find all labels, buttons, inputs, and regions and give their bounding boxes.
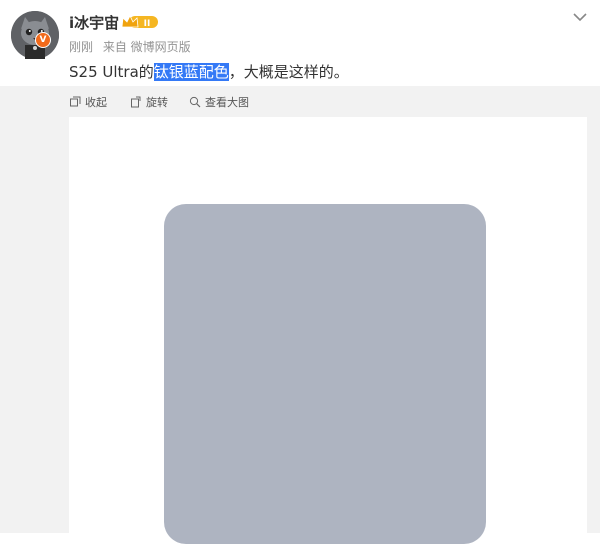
svg-text:II: II [144, 19, 151, 29]
rotate-icon [131, 96, 141, 108]
post-text: S25 Ultra的钛银蓝配色，大概是这样的。 [69, 62, 349, 82]
avatar[interactable] [11, 11, 59, 59]
post-meta: 刚刚 来自 微博网页版 [69, 38, 197, 55]
view-large-label: 查看大图 [205, 96, 249, 109]
cat-avatar-icon [11, 11, 59, 59]
collapse-icon [70, 96, 81, 107]
post-time[interactable]: 刚刚 [69, 40, 93, 54]
crown-icon: II [121, 15, 158, 29]
rotate-label: 旋转 [146, 96, 168, 109]
collect-button[interactable]: 收起 [69, 94, 107, 110]
chevron-down-icon[interactable] [572, 8, 588, 27]
post-text-suffix: ，大概是这样的。 [228, 63, 349, 81]
post-text-highlight: 钛银蓝配色 [153, 63, 229, 81]
post-text-prefix: S25 Ultra的 [69, 63, 154, 81]
post-source: 来自 微博网页版 [102, 40, 191, 54]
collect-label: 收起 [85, 96, 107, 109]
view-large-button[interactable]: 查看大图 [189, 94, 249, 110]
phone-render-image [164, 204, 486, 544]
rotate-button[interactable]: 旋转 [130, 94, 168, 110]
username[interactable]: i冰宇宙 [69, 12, 119, 33]
vip-badge[interactable]: II [121, 14, 159, 34]
verified-badge: V [35, 32, 51, 48]
zoom-icon [189, 96, 201, 108]
